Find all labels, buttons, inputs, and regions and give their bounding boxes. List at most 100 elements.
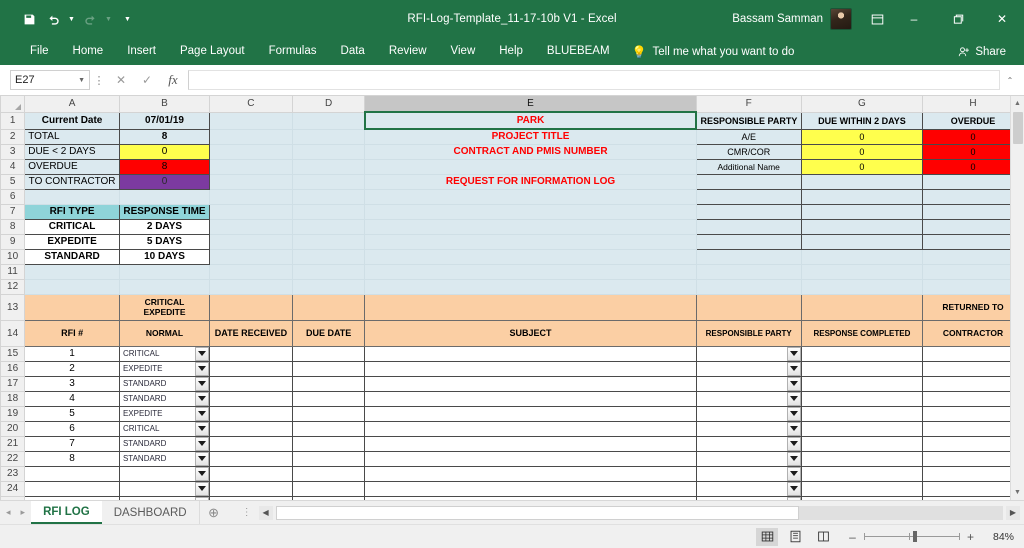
cell-b16-type-dropdown[interactable]: EXPEDITE [118,360,211,377]
row-header-16[interactable]: 16 [0,360,26,377]
cell-h23-returned[interactable] [922,465,1024,482]
cell-g14-response-completed-header[interactable]: RESPONSE COMPLETED [800,319,924,347]
zoom-slider-thumb[interactable] [913,531,918,542]
undo-icon[interactable] [42,8,64,30]
sheet-tab-rfi-log[interactable]: RFI LOG [31,501,102,524]
row-header-3[interactable]: 3 [0,143,26,160]
cell-g21-response-completed[interactable] [800,435,924,452]
cell-f2-party-ae[interactable]: A/E [695,128,802,145]
horizontal-scroll-track[interactable] [275,505,1003,520]
column-header-d[interactable]: D [291,96,366,113]
maximize-restore-button[interactable] [936,0,980,38]
chevron-down-icon[interactable] [786,407,801,420]
cell-b15-type-dropdown[interactable]: CRITICAL [118,345,211,362]
cell-e10[interactable] [364,248,697,265]
tab-bluebeam[interactable]: BLUEBEAM [535,38,622,65]
row-header-25[interactable]: 25 [0,495,26,500]
scrollbar-grip[interactable]: ⋮ [238,507,256,518]
cell-a6[interactable] [24,188,120,205]
chevron-down-icon[interactable] [786,362,801,375]
cell-f14-responsible-party-header[interactable]: RESPONSIBLE PARTY [695,319,802,347]
ribbon-display-options-icon[interactable] [862,4,892,34]
cell-a21-rfi-number[interactable]: 7 [24,435,120,452]
cell-e5-log-title[interactable]: REQUEST FOR INFORMATION LOG [364,173,697,190]
column-header-g[interactable]: G [800,96,924,113]
cell-g10[interactable] [800,248,924,265]
row-header-17[interactable]: 17 [0,375,26,392]
tell-me-search[interactable]: 💡 Tell me what you want to do [632,38,795,65]
chevron-down-icon[interactable] [195,407,209,420]
row-header-19[interactable]: 19 [0,405,26,422]
cell-f8[interactable] [695,218,802,235]
expand-formula-bar-icon[interactable]: ⌃ [1000,69,1020,91]
name-box[interactable]: E27 ▼ [10,70,90,90]
zoom-out-button[interactable]: – [848,530,857,544]
zoom-level-label[interactable]: 84% [982,531,1014,543]
cell-f10[interactable] [695,248,802,265]
cell-c19-date-received[interactable] [209,405,293,422]
row-header-6[interactable]: 6 [0,188,26,205]
row-header-21[interactable]: 21 [0,435,26,452]
column-header-b[interactable]: B [118,96,211,113]
cell-h20-returned[interactable] [922,420,1024,437]
cell-c9[interactable] [209,233,293,250]
column-header-c[interactable]: C [209,96,293,113]
cell-h3-overdue-cmr-cor[interactable]: 0 [922,143,1024,160]
cell-h16-returned[interactable] [922,360,1024,377]
cell-d4[interactable] [291,158,366,175]
chevron-down-icon[interactable] [195,377,209,390]
cell-d17-due-date[interactable] [291,375,366,392]
row-header-5[interactable]: 5 [0,173,26,190]
cell-d13[interactable] [291,293,366,321]
cell-h9[interactable] [922,233,1024,250]
chevron-down-icon[interactable] [195,452,209,465]
cell-h5[interactable] [922,173,1024,190]
cell-c10[interactable] [209,248,293,265]
cell-b10-time-standard[interactable]: 10 DAYS [118,248,211,265]
cell-a18-rfi-number[interactable]: 4 [24,390,120,407]
row-header-14[interactable]: 14 [0,319,26,347]
row-header-13[interactable]: 13 [0,293,26,321]
cell-b14-type-header-bottom[interactable]: NORMAL [118,319,211,347]
cell-d24-due-date[interactable] [291,480,366,497]
cell-h15-returned[interactable] [922,345,1024,362]
cell-f21-responsible-party-dropdown[interactable] [695,435,802,452]
cell-b21-type-dropdown[interactable]: STANDARD [118,435,211,452]
column-header-h[interactable]: H [922,96,1024,113]
cell-c21-date-received[interactable] [209,435,293,452]
save-icon[interactable] [18,8,40,30]
cell-a23-rfi-number[interactable] [24,465,120,482]
cell-c24-date-received[interactable] [209,480,293,497]
cell-e21-subject[interactable] [364,435,697,452]
cell-c8[interactable] [209,218,293,235]
page-break-preview-icon[interactable] [812,528,834,546]
chevron-down-icon[interactable] [195,482,209,495]
row-header-18[interactable]: 18 [0,390,26,407]
undo-dropdown-icon[interactable]: ▼ [66,8,77,30]
cell-c18-date-received[interactable] [209,390,293,407]
chevron-down-icon[interactable] [786,422,801,435]
cell-e6[interactable] [364,188,697,205]
cell-d21-due-date[interactable] [291,435,366,452]
cell-g6[interactable] [800,188,924,205]
cell-g25-response-completed[interactable] [800,495,924,500]
cell-h1-overdue-header[interactable]: OVERDUE [922,111,1024,130]
cell-g17-response-completed[interactable] [800,375,924,392]
cell-d1[interactable] [291,111,366,130]
cell-b4-overdue-value[interactable]: 8 [118,158,211,175]
row-header-8[interactable]: 8 [0,218,26,235]
chevron-down-icon[interactable] [786,392,801,405]
chevron-down-icon[interactable] [786,497,801,500]
cell-a15-rfi-number[interactable]: 1 [24,345,120,362]
cell-a19-rfi-number[interactable]: 5 [24,405,120,422]
cell-c6[interactable] [209,188,293,205]
cell-g15-response-completed[interactable] [800,345,924,362]
cell-g13[interactable] [800,293,924,321]
next-sheet-icon[interactable]: ▸ [21,507,26,518]
cell-h14-returned-header-bottom[interactable]: CONTRACTOR [922,319,1024,347]
horizontal-scroll-thumb[interactable] [275,505,800,520]
row-header-10[interactable]: 10 [0,248,26,265]
cell-e4[interactable] [364,158,697,175]
cell-f25-responsible-party-dropdown[interactable] [695,495,802,500]
cell-g22-response-completed[interactable] [800,450,924,467]
